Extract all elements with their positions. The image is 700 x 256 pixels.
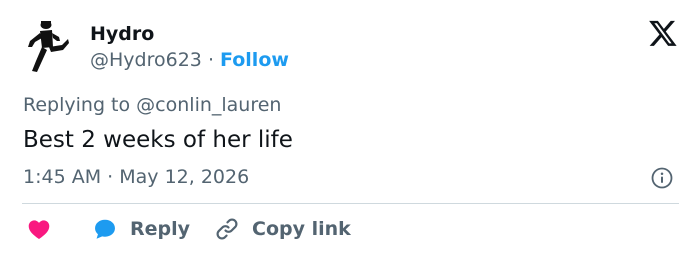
author-handle[interactable]: @Hydro623	[90, 49, 202, 71]
replying-to: Replying to @conlin_lauren	[23, 92, 281, 118]
copy-link-button[interactable]: Copy link	[214, 214, 351, 244]
action-bar: Reply Copy link	[22, 214, 682, 244]
post-time: 1:45 AM	[23, 166, 102, 188]
replying-mention[interactable]: @conlin_lauren	[136, 94, 281, 116]
author-display-name[interactable]: Hydro	[90, 21, 289, 47]
heart-icon	[28, 220, 50, 239]
embedded-post-card: Hydro @Hydro623 · Follow Replying to @co…	[0, 0, 700, 256]
like-button[interactable]	[26, 214, 52, 244]
info-icon[interactable]	[650, 166, 674, 190]
post-date: May 12, 2026	[119, 166, 250, 188]
link-icon	[216, 218, 238, 240]
replying-prefix: Replying to	[23, 94, 131, 116]
handle-separator: ·	[207, 49, 214, 71]
copy-link-label: Copy link	[252, 218, 351, 240]
post-timestamp[interactable]: 1:45 AM · May 12, 2026	[23, 164, 249, 190]
post-text: Best 2 weeks of her life	[23, 127, 293, 153]
follow-button[interactable]: Follow	[220, 49, 289, 71]
speech-bubble-icon	[95, 219, 115, 239]
reply-button[interactable]: Reply	[92, 214, 190, 244]
meta-separator: ·	[107, 166, 114, 188]
avatar[interactable]	[22, 17, 70, 73]
author-block: Hydro @Hydro623 · Follow	[90, 21, 289, 73]
author-handle-row: @Hydro623 · Follow	[90, 47, 289, 73]
x-logo-icon[interactable]	[648, 18, 678, 48]
divider	[22, 203, 679, 204]
reply-label: Reply	[130, 218, 191, 240]
